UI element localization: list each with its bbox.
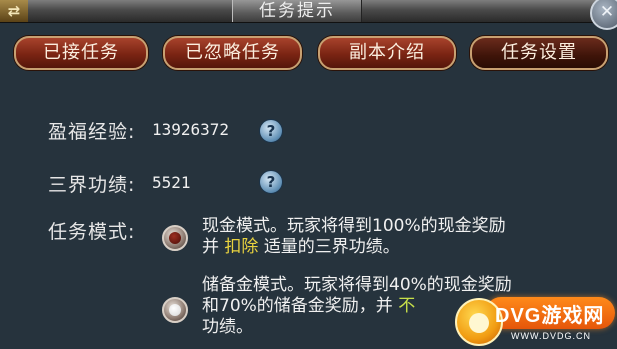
window-title: 任务提示 bbox=[232, 0, 362, 22]
help-icon[interactable]: ? bbox=[259, 170, 283, 194]
watermark: DVG游戏网 WWW.DVDG.CN bbox=[455, 293, 617, 349]
merit-label: 三界功绩: bbox=[48, 174, 136, 196]
mode-label: 任务模式: bbox=[48, 221, 136, 243]
merit-value: 5521 bbox=[152, 173, 191, 192]
tab-ignored-tasks[interactable]: 已忽略任务 bbox=[163, 36, 302, 70]
title-bar: ⇄ 任务提示 bbox=[0, 0, 617, 23]
smile-icon bbox=[469, 313, 489, 333]
cash-mode-description: 现金模式。玩家将得到100%的现金奖励 并 扣除 适量的三界功绩。 bbox=[202, 216, 506, 258]
help-icon[interactable]: ? bbox=[259, 119, 283, 143]
watermark-brand: DVG游戏网 bbox=[495, 305, 605, 327]
radio-dot bbox=[169, 232, 181, 244]
radio-dot bbox=[169, 304, 181, 316]
radio-cash-mode[interactable] bbox=[162, 225, 188, 251]
close-icon[interactable]: ✕ bbox=[590, 0, 617, 30]
cash-mode-line1: 现金模式。玩家将得到100%的现金奖励 bbox=[202, 216, 506, 236]
reserve-mode-highlight: 不 bbox=[398, 296, 416, 316]
cash-mode-line2-pre: 并 bbox=[202, 237, 219, 257]
cash-mode-line2-post: 适量的三界功绩。 bbox=[263, 237, 400, 257]
cash-mode-deduct-highlight: 扣除 bbox=[224, 237, 259, 257]
menu-icon[interactable]: ⇄ bbox=[0, 0, 28, 22]
tab-accepted-tasks[interactable]: 已接任务 bbox=[14, 36, 148, 70]
tab-dungeon-intro[interactable]: 副本介绍 bbox=[318, 36, 456, 70]
watermark-url: WWW.DVDG.CN bbox=[511, 331, 591, 341]
tab-task-settings[interactable]: 任务设置 bbox=[470, 36, 608, 70]
radio-reserve-mode[interactable] bbox=[162, 297, 188, 323]
exp-value: 13926372 bbox=[152, 120, 230, 139]
cash-mode-line2: 并 扣除 适量的三界功绩。 bbox=[202, 237, 506, 258]
reserve-mode-line2-pre: 和70%的储备金奖励，并 bbox=[202, 296, 393, 316]
exp-label: 盈福经验: bbox=[48, 121, 136, 143]
